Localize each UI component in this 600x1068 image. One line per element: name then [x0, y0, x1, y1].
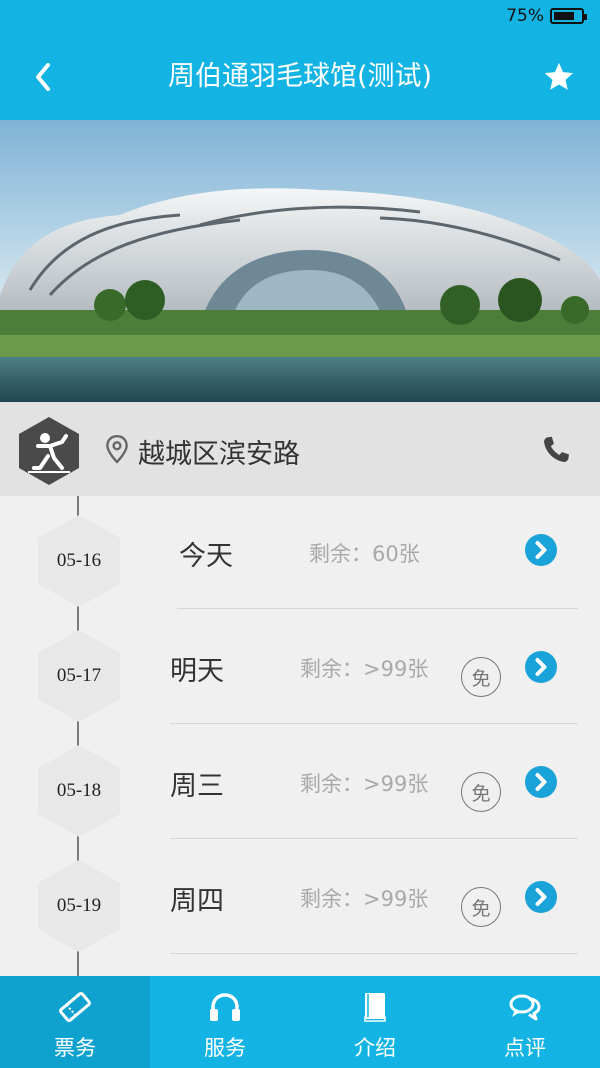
ticket-schedule-list: 05-16 今天 剩余：60张 05-17 明天 剩余：>99张 免 05-18… — [0, 496, 600, 976]
date-label: 05-17 — [56, 665, 102, 686]
venue-address: 越城区滨安路 — [138, 439, 300, 470]
row-divider — [170, 723, 578, 724]
chat-icon — [509, 994, 541, 1021]
tab-label: 服务 — [204, 1036, 246, 1060]
schedule-row[interactable]: 05-17 明天 剩余：>99张 免 — [0, 611, 600, 726]
app-header: 周伯通羽毛球馆(测试) — [0, 34, 600, 120]
date-label: 05-18 — [56, 780, 102, 801]
tab-reviews[interactable]: 点评 — [450, 976, 600, 1068]
back-button[interactable] — [22, 56, 64, 98]
status-right: 75% — [506, 6, 587, 26]
schedule-row[interactable]: 05-19 周四 剩余：>99张 免 — [0, 841, 600, 956]
free-badge: 免 — [461, 887, 501, 927]
status-bar: 75% — [0, 0, 600, 34]
tab-label: 介绍 — [354, 1036, 396, 1060]
tab-intro[interactable]: 介绍 — [300, 976, 450, 1068]
badminton-icon — [19, 417, 79, 485]
chevron-right-icon[interactable] — [525, 766, 557, 798]
schedule-row[interactable]: 05-16 今天 剩余：60张 — [0, 496, 600, 611]
free-badge: 免 — [461, 772, 501, 812]
star-icon — [544, 62, 574, 90]
battery-icon — [550, 8, 587, 24]
day-label: 周四 — [170, 886, 224, 917]
chevron-right-icon[interactable] — [525, 651, 557, 683]
remaining-tickets: 剩余：>99张 — [300, 887, 429, 911]
chevron-right-icon[interactable] — [525, 534, 557, 566]
day-label: 周三 — [170, 771, 224, 802]
remaining-tickets: 剩余：>99张 — [300, 772, 429, 796]
remaining-tickets: 剩余：>99张 — [300, 657, 429, 681]
phone-icon[interactable] — [538, 432, 574, 468]
row-divider — [170, 838, 578, 839]
battery-percent: 75% — [506, 6, 544, 26]
headset-icon — [210, 993, 240, 1021]
tab-tickets[interactable]: 票务 — [0, 976, 150, 1068]
favorite-button[interactable] — [538, 56, 580, 98]
ticket-icon — [59, 991, 91, 1023]
row-divider — [177, 608, 578, 609]
free-badge: 免 — [461, 657, 501, 697]
day-label: 今天 — [179, 541, 233, 572]
bottom-tab-bar: 票务 服务 介绍 点评 — [0, 976, 600, 1068]
tab-services[interactable]: 服务 — [150, 976, 300, 1068]
page-title: 周伯通羽毛球馆(测试) — [167, 61, 433, 92]
day-label: 明天 — [170, 656, 224, 687]
date-label: 05-16 — [56, 550, 102, 571]
row-divider — [170, 953, 578, 954]
chevron-right-icon[interactable] — [525, 881, 557, 913]
book-icon — [364, 993, 386, 1022]
location-bar — [0, 402, 600, 496]
venue-photo — [0, 120, 600, 402]
schedule-row[interactable]: 05-18 周三 剩余：>99张 免 — [0, 726, 600, 841]
back-arrow-icon — [36, 63, 50, 91]
tab-label: 票务 — [54, 1036, 96, 1060]
date-label: 05-19 — [56, 895, 102, 916]
location-pin-icon — [106, 434, 128, 464]
tab-label: 点评 — [504, 1036, 546, 1060]
remaining-tickets: 剩余：60张 — [309, 542, 420, 566]
